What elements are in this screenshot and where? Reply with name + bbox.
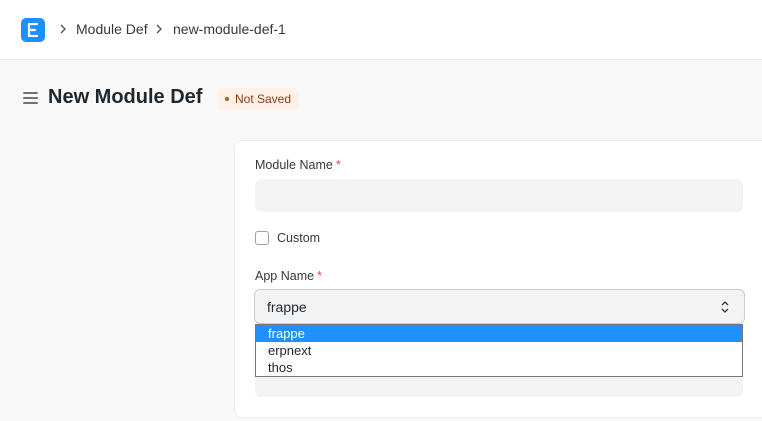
status-badge-label: Not Saved [235, 92, 292, 106]
app-name-label-text: App Name [255, 269, 315, 283]
breadcrumb-current-doc[interactable]: new-module-def-1 [173, 21, 286, 37]
module-name-input[interactable] [255, 179, 743, 212]
module-name-label-text: Module Name [255, 158, 333, 172]
required-mark: * [335, 158, 341, 172]
chevron-right-icon [154, 22, 164, 36]
sidebar-toggle-icon[interactable] [23, 92, 38, 104]
module-name-label: Module Name * [255, 158, 341, 172]
app-logo-icon[interactable] [21, 18, 45, 42]
status-dot-icon [225, 97, 229, 101]
app-name-label: App Name * [255, 269, 322, 283]
status-badge: Not Saved [217, 88, 300, 110]
custom-checkbox-label: Custom [277, 231, 321, 245]
app-name-selected-value: frappe [267, 299, 307, 315]
custom-checkbox[interactable] [255, 231, 269, 245]
required-mark: * [317, 269, 322, 283]
dropdown-option-frappe[interactable]: frappe [256, 325, 742, 342]
chevron-right-icon [58, 22, 68, 36]
select-updown-icon [720, 299, 730, 315]
app-name-select[interactable]: frappe [254, 289, 745, 324]
dropdown-option-erpnext[interactable]: erpnext [256, 342, 742, 359]
breadcrumb-module-def[interactable]: Module Def [76, 21, 148, 37]
navbar: Module Def new-module-def-1 [0, 0, 762, 60]
dropdown-option-thos[interactable]: thos [256, 359, 742, 376]
page-title: New Module Def [48, 86, 203, 108]
app-name-dropdown-list: frappe erpnext thos [255, 324, 743, 377]
